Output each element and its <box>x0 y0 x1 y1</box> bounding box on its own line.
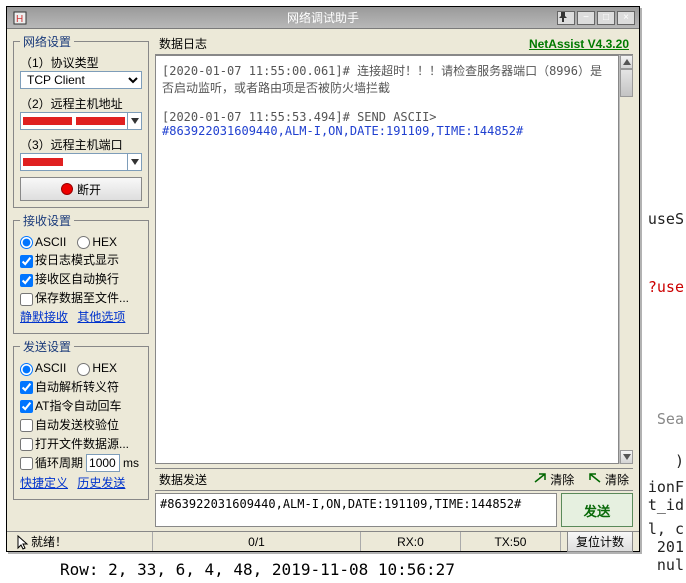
scroll-up-icon[interactable] <box>620 55 633 69</box>
log-line: [2020-01-07 11:55:00.061]# 连接超时！！！请检查服务器… <box>162 62 612 96</box>
chevron-down-icon[interactable] <box>127 154 141 170</box>
bg-text: l, c <box>648 520 684 538</box>
log-line: [2020-01-07 11:55:53.494]# SEND ASCII> <box>162 110 612 124</box>
loop-check[interactable]: 循环周期 <box>20 454 83 471</box>
status-progress: 0/1 <box>153 532 361 551</box>
status-ready: 就绪！ <box>31 533 67 550</box>
bg-text: useS <box>648 210 684 228</box>
recv-settings-group: 接收设置 ASCII HEX 按日志模式显示 接收区自动换行 保存数据至文件..… <box>13 212 149 334</box>
network-settings-group: 网络设置 （1）协议类型 TCP Client （2）远程主机地址 （3）远程主… <box>13 33 149 208</box>
send-settings-group: 发送设置 ASCII HEX 自动解析转义符 AT指令自动回车 自动发送校验位 … <box>13 338 149 499</box>
log-line: #863922031609440,ALM-I,ON,DATE:191109,TI… <box>162 124 612 138</box>
statusbar: 就绪！ 0/1 RX:0 TX:50 复位计数 <box>7 531 639 551</box>
sidebar: 网络设置 （1）协议类型 TCP Client （2）远程主机地址 （3）远程主… <box>7 29 153 531</box>
app-window: H 网络调试助手 − □ × 网络设置 （1）协议类型 TCP Client （… <box>6 6 640 552</box>
protocol-select[interactable]: TCP Client <box>20 71 142 89</box>
bg-row-text: Row: 2, 33, 6, 4, 48, 2019-11-08 10:56:2… <box>60 560 455 579</box>
titlebar[interactable]: H 网络调试助手 − □ × <box>7 7 639 29</box>
port-label: （3）远程主机端口 <box>20 136 142 153</box>
status-rx: RX:0 <box>361 532 461 551</box>
window-title: 网络调试助手 <box>287 9 359 26</box>
recv-legend: 接收设置 <box>20 212 74 229</box>
other-options-link[interactable]: 其他选项 <box>77 308 125 325</box>
network-legend: 网络设置 <box>20 33 74 50</box>
send-header: 数据发送 <box>159 471 207 488</box>
cursor-icon <box>15 534 31 550</box>
recv-hex-radio[interactable]: HEX <box>77 235 117 249</box>
bg-text: ?use <box>648 278 684 296</box>
bg-text: nul <box>657 556 684 574</box>
host-input[interactable] <box>20 112 142 130</box>
recv-ascii-radio[interactable]: ASCII <box>20 235 66 249</box>
status-tx: TX:50 <box>461 532 561 551</box>
escape-check[interactable]: 自动解析转义符 <box>20 378 119 395</box>
app-icon: H <box>13 11 27 25</box>
log-textarea[interactable]: [2020-01-07 11:55:00.061]# 连接超时！！！请检查服务器… <box>155 55 619 464</box>
protocol-label: （1）协议类型 <box>20 54 142 71</box>
scrollbar[interactable] <box>619 55 633 464</box>
bg-text: ionF <box>648 478 684 496</box>
close-button[interactable]: × <box>617 11 635 25</box>
loop-unit: ms <box>123 456 139 470</box>
bg-text: 201 <box>657 538 684 556</box>
chevron-down-icon[interactable] <box>127 113 141 129</box>
clear-send-link[interactable]: 清除 <box>533 473 574 487</box>
reset-count-button[interactable]: 复位计数 <box>567 531 633 552</box>
scroll-thumb[interactable] <box>620 69 633 97</box>
quick-define-link[interactable]: 快捷定义 <box>20 474 68 491</box>
pin-button[interactable] <box>557 11 575 25</box>
minimize-button[interactable]: − <box>577 11 595 25</box>
send-hex-radio[interactable]: HEX <box>77 361 117 375</box>
silent-recv-link[interactable]: 静默接收 <box>20 308 68 325</box>
bg-text: ) <box>675 452 684 470</box>
port-input[interactable] <box>20 153 142 171</box>
host-label: （2）远程主机地址 <box>20 95 142 112</box>
scroll-down-icon[interactable] <box>620 450 633 464</box>
checksum-check[interactable]: 自动发送校验位 <box>20 416 119 433</box>
at-return-check[interactable]: AT指令自动回车 <box>20 397 121 414</box>
disconnect-label: 断开 <box>77 181 101 198</box>
send-input[interactable]: #863922031609440,ALM-I,ON,DATE:191109,TI… <box>155 493 557 527</box>
main-panel: 数据日志 NetAssist V4.3.20 [2020-01-07 11:55… <box>153 29 639 531</box>
disconnect-button[interactable]: 断开 <box>20 177 142 201</box>
history-send-link[interactable]: 历史发送 <box>77 474 125 491</box>
svg-text:H: H <box>16 14 23 25</box>
send-button[interactable]: 发送 <box>561 493 633 527</box>
send-legend: 发送设置 <box>20 338 74 355</box>
open-file-check[interactable]: 打开文件数据源... <box>20 435 129 452</box>
send-ascii-radio[interactable]: ASCII <box>20 361 66 375</box>
maximize-button[interactable]: □ <box>597 11 615 25</box>
log-header: 数据日志 <box>159 35 207 52</box>
record-icon <box>61 183 73 195</box>
loop-period-input[interactable] <box>86 454 120 472</box>
version-link[interactable]: NetAssist V4.3.20 <box>529 37 629 51</box>
bg-text: Sea <box>657 410 684 428</box>
bg-text: t_id <box>648 496 684 514</box>
log-mode-check[interactable]: 按日志模式显示 <box>20 251 119 268</box>
save-file-check[interactable]: 保存数据至文件... <box>20 289 129 306</box>
autowrap-check[interactable]: 接收区自动换行 <box>20 270 119 287</box>
clear-log-link[interactable]: 清除 <box>588 473 629 487</box>
